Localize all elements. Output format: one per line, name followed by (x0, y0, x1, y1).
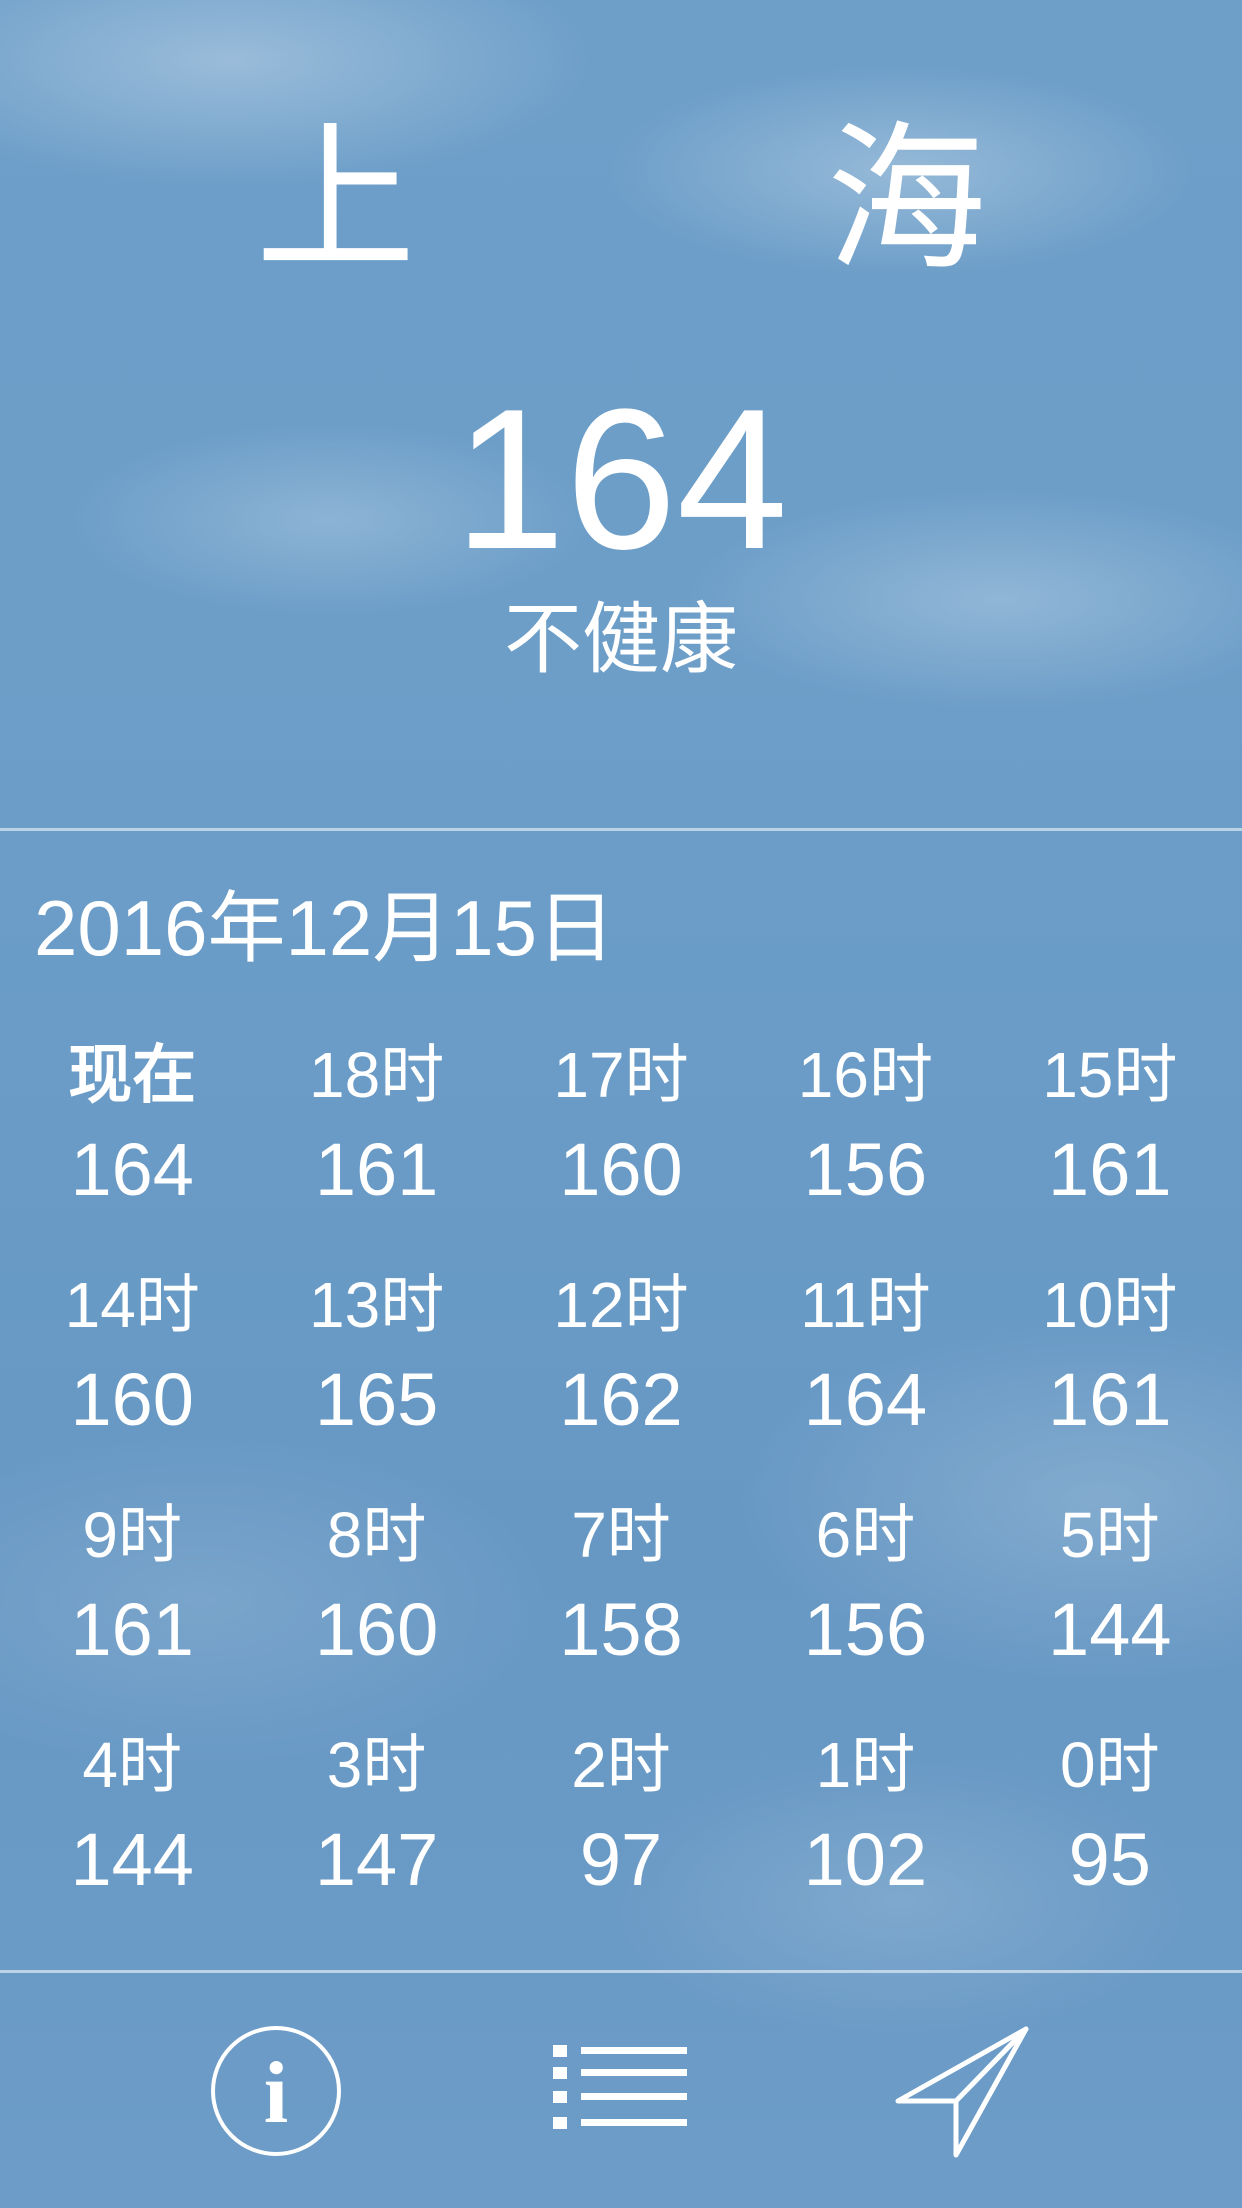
svg-text:i: i (264, 2045, 288, 2142)
hourly-cell: 13时 165 (254, 1260, 498, 1450)
hourly-cell: 11时 164 (743, 1260, 987, 1450)
hour-aqi: 158 (559, 1588, 683, 1671)
hour-aqi: 144 (1048, 1588, 1172, 1671)
city-name: 上 海 (255, 106, 1167, 293)
hour-label: 16时 (797, 1039, 933, 1111)
hour-label: 现在 (68, 1039, 197, 1111)
location-arrow-icon (895, 2026, 1029, 2158)
hourly-grid: 现在 164 18时 161 17时 160 16时 156 15时 161 1… (0, 1030, 1242, 1910)
hour-aqi: 156 (803, 1128, 928, 1211)
hourly-cell: 16时 156 (743, 1030, 987, 1220)
hour-aqi: 161 (70, 1588, 194, 1671)
list-button[interactable] (551, 2021, 691, 2161)
hour-label: 9时 (82, 1499, 182, 1571)
hour-label: 11时 (800, 1269, 931, 1341)
hour-label: 4时 (82, 1729, 182, 1801)
hourly-cell: 9时 161 (10, 1490, 254, 1680)
hour-label: 14时 (64, 1269, 200, 1341)
hour-label: 10时 (1042, 1269, 1178, 1341)
hour-aqi: 164 (70, 1128, 194, 1211)
bottom-divider (0, 1970, 1242, 1973)
hour-label: 15时 (1042, 1039, 1178, 1111)
hourly-cell: 4时 144 (10, 1720, 254, 1910)
hourly-cell: 18时 161 (254, 1030, 498, 1220)
hour-aqi: 161 (1048, 1128, 1172, 1211)
hour-label: 7时 (571, 1499, 671, 1571)
hour-label: 18时 (309, 1039, 445, 1111)
hour-label: 13时 (309, 1269, 445, 1341)
hour-aqi: 97 (579, 1818, 663, 1901)
hour-aqi: 162 (559, 1358, 683, 1441)
hour-aqi: 160 (559, 1128, 683, 1211)
hour-aqi: 144 (70, 1818, 194, 1901)
hourly-cell: 8时 160 (254, 1490, 498, 1680)
hour-label: 3时 (326, 1729, 427, 1801)
hour-label: 8时 (326, 1499, 427, 1571)
hour-aqi: 160 (314, 1588, 439, 1671)
hour-aqi: 160 (70, 1358, 194, 1441)
hourly-cell: 7时 158 (499, 1490, 743, 1680)
hour-aqi: 161 (314, 1128, 439, 1211)
hourly-cell: 15时 161 (988, 1030, 1232, 1220)
hourly-cell: 0时 95 (988, 1720, 1232, 1910)
hour-aqi: 161 (1048, 1358, 1172, 1441)
location-button[interactable] (894, 2021, 1034, 2161)
date-label: 2016年12月15日 (34, 884, 616, 972)
list-icon (553, 2045, 687, 2129)
hour-label: 17时 (553, 1039, 689, 1111)
hour-aqi: 95 (1068, 1818, 1151, 1901)
hour-aqi: 147 (314, 1818, 439, 1901)
current-aqi: 164 (454, 368, 788, 591)
hour-label: 2时 (571, 1729, 671, 1801)
top-divider (0, 828, 1242, 831)
hourly-cell: 1时 102 (743, 1720, 987, 1910)
hour-label: 0时 (1059, 1729, 1160, 1801)
info-button[interactable]: i (206, 2021, 346, 2161)
hour-label: 5时 (1059, 1499, 1160, 1571)
hourly-cell: 12时 162 (499, 1260, 743, 1450)
hourly-cell-now: 现在 164 (10, 1030, 254, 1220)
hourly-cell: 3时 147 (254, 1720, 498, 1910)
bottom-toolbar: i (0, 1976, 1242, 2208)
hour-label: 6时 (815, 1499, 916, 1571)
air-quality-status: 不健康 (503, 595, 738, 685)
hourly-cell: 6时 156 (743, 1490, 987, 1680)
hourly-cell: 2时 97 (499, 1720, 743, 1910)
hour-aqi: 164 (803, 1358, 928, 1441)
info-icon: i (211, 2026, 341, 2156)
hourly-cell: 5时 144 (988, 1490, 1232, 1680)
hour-label: 12时 (553, 1269, 689, 1341)
hour-aqi: 165 (314, 1358, 439, 1441)
hour-aqi: 156 (803, 1588, 928, 1671)
hourly-cell: 14时 160 (10, 1260, 254, 1450)
hour-aqi: 102 (803, 1818, 928, 1901)
hour-label: 1时 (815, 1729, 916, 1801)
hourly-cell: 10时 161 (988, 1260, 1232, 1450)
hourly-cell: 17时 160 (499, 1030, 743, 1220)
